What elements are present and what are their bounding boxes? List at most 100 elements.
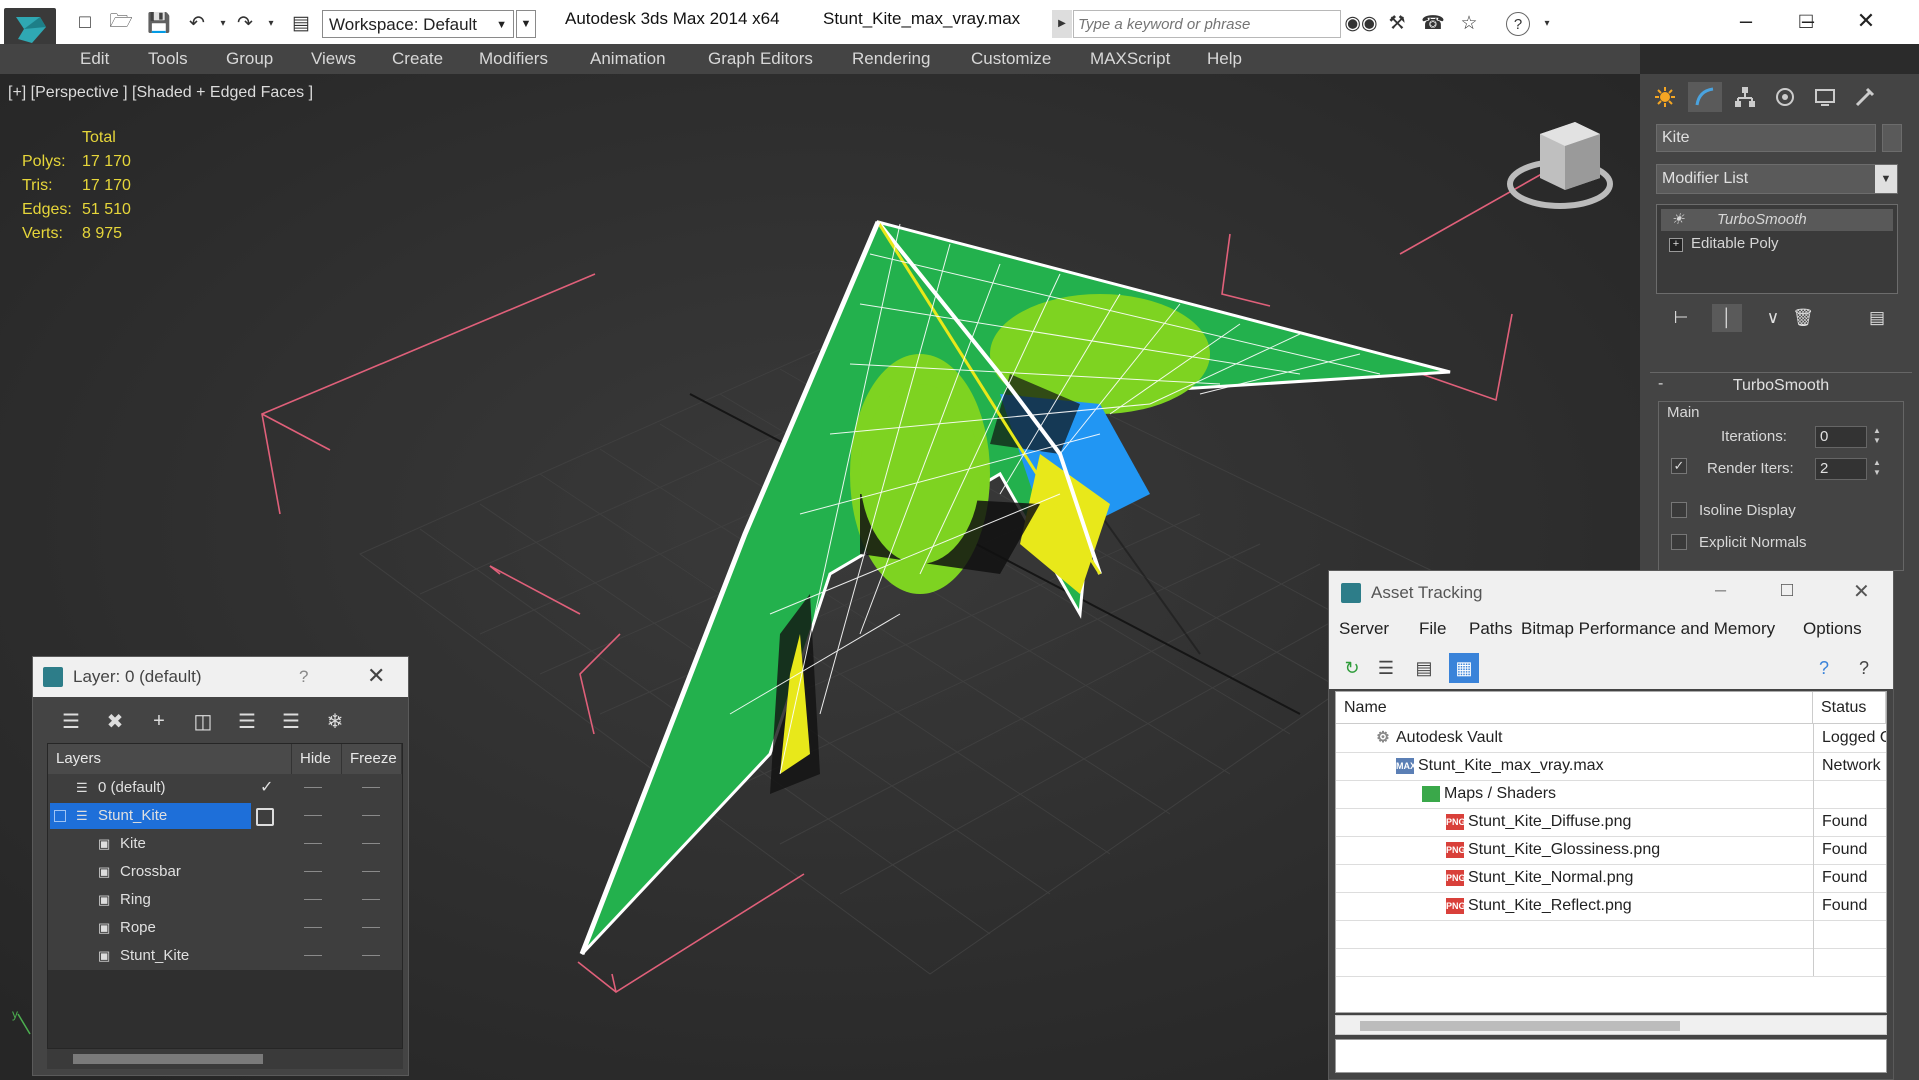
iterations-spinner[interactable]: 0 [1815, 426, 1867, 448]
column-header-freeze[interactable]: Freeze [342, 744, 402, 774]
display-tab-icon[interactable] [1808, 82, 1842, 112]
menu-tools[interactable]: Tools [148, 49, 188, 69]
layer-row-selected[interactable]: ☰ Stunt_Kite [48, 802, 402, 830]
remove-modifier-icon[interactable]: 🗑 [1788, 304, 1818, 332]
save-icon[interactable]: 💾 [146, 10, 172, 36]
viewport-label[interactable]: [+] [Perspective ] [Shaded + Edged Faces… [8, 84, 313, 102]
hide-toggle[interactable] [304, 899, 322, 900]
close-window-icon[interactable]: ✕ [1836, 6, 1896, 36]
menu-rendering[interactable]: Rendering [852, 49, 930, 69]
asset-row-png[interactable]: PNG Stunt_Kite_Normal.png Found [1336, 864, 1886, 893]
open-folder-icon[interactable]: 🗁 [108, 10, 134, 36]
asset-window-titlebar[interactable]: Asset Tracking – □ ✕ [1329, 571, 1893, 615]
make-unique-icon[interactable]: ∨ [1758, 304, 1788, 332]
table-view-icon[interactable]: ▦ [1449, 653, 1479, 683]
freeze-toggle[interactable] [362, 899, 380, 900]
lightbulb-icon[interactable]: ☀ [1671, 209, 1684, 231]
rollout-title[interactable]: TurboSmooth [1650, 377, 1912, 395]
close-icon[interactable]: ✕ [367, 663, 385, 689]
select-objects-icon[interactable]: ◫ [189, 707, 217, 735]
isoline-display-checkbox[interactable] [1671, 502, 1687, 518]
menu-edit[interactable]: Edit [80, 49, 109, 69]
menu-maxscript[interactable]: MAXScript [1090, 49, 1170, 69]
new-file-icon[interactable]: □ [72, 10, 98, 36]
menu-animation[interactable]: Animation [590, 49, 666, 69]
scrollbar-thumb[interactable] [1360, 1021, 1680, 1031]
delete-layer-icon[interactable]: ✖ [101, 707, 129, 735]
help-icon[interactable]: ? [299, 667, 308, 687]
column-header-hide[interactable]: Hide [292, 744, 342, 774]
asset-row-png[interactable]: PNG Stunt_Kite_Reflect.png Found [1336, 892, 1886, 921]
menu-file[interactable]: File [1419, 619, 1446, 639]
object-row[interactable]: ▣ Stunt_Kite [48, 942, 402, 970]
asset-row-png[interactable]: PNG Stunt_Kite_Glossiness.png Found [1336, 836, 1886, 865]
asset-horizontal-scrollbar[interactable] [1335, 1015, 1887, 1035]
utilities-tab-icon[interactable] [1848, 82, 1882, 112]
explicit-normals-checkbox[interactable] [1671, 534, 1687, 550]
object-name-field[interactable]: Kite [1656, 124, 1876, 152]
help-dropdown-icon[interactable]: ▾ [1534, 10, 1560, 36]
asset-row-max-file[interactable]: MAX Stunt_Kite_max_vray.max Network [1336, 752, 1886, 781]
hide-toggle[interactable] [304, 927, 322, 928]
search-input[interactable] [1073, 10, 1341, 38]
highlight-selected-icon[interactable]: ☰ [233, 707, 261, 735]
redo-dropdown-icon[interactable]: ▾ [258, 10, 284, 36]
hide-toggle[interactable] [304, 787, 322, 788]
configure-modifier-sets-icon[interactable]: ▤ [1862, 304, 1892, 332]
tools-icon[interactable]: ⚒ [1384, 10, 1410, 36]
motion-tab-icon[interactable] [1768, 82, 1802, 112]
freeze-toggle[interactable] [362, 815, 380, 816]
maximize-icon[interactable]: □ [1781, 579, 1793, 602]
hide-toggle[interactable] [304, 815, 322, 816]
add-to-layer-icon[interactable]: + [145, 707, 173, 735]
object-row[interactable]: ▣ Ring [48, 886, 402, 914]
communication-center-icon[interactable]: ☎ [1420, 10, 1446, 36]
hide-all-layers-icon[interactable]: ☰ [277, 707, 305, 735]
layer-window-titlebar[interactable]: Layer: 0 (default) ? ✕ [33, 657, 408, 697]
project-folder-icon[interactable]: ▤ [288, 10, 314, 36]
minimize-icon[interactable]: – [1715, 579, 1726, 602]
current-layer-check-icon[interactable]: ✓ [260, 774, 273, 802]
object-row[interactable]: ▣ Kite [48, 830, 402, 858]
binoculars-icon[interactable]: ◉◉ [1344, 10, 1377, 36]
tree-view-icon[interactable]: ▤ [1409, 653, 1439, 683]
column-header-status[interactable]: Status [1813, 692, 1886, 724]
stack-item-editable-poly[interactable]: + Editable Poly [1661, 233, 1893, 255]
menu-modifiers[interactable]: Modifiers [479, 49, 548, 69]
menu-server[interactable]: Server [1339, 619, 1389, 639]
menu-group[interactable]: Group [226, 49, 273, 69]
hide-toggle[interactable] [304, 955, 322, 956]
refresh-icon[interactable]: ↻ [1337, 653, 1367, 683]
menu-help[interactable]: Help [1207, 49, 1242, 69]
close-icon[interactable]: ✕ [1853, 579, 1870, 604]
help-query-icon[interactable]: ? [1809, 653, 1839, 683]
layer-horizontal-scrollbar[interactable] [47, 1049, 403, 1069]
render-iters-spinner[interactable]: 2 [1815, 458, 1867, 480]
spinner-arrows-icon[interactable]: ▲ ▼ [1871, 426, 1883, 448]
whats-this-icon[interactable]: ? [1849, 653, 1879, 683]
scrollbar-thumb[interactable] [73, 1054, 263, 1064]
expand-plus-icon[interactable]: + [1669, 238, 1683, 252]
freeze-toggle[interactable] [362, 955, 380, 956]
create-tab-sun-icon[interactable] [1648, 82, 1682, 112]
menu-bitmap-performance[interactable]: Bitmap Performance and Memory [1521, 619, 1775, 639]
asset-row-vault[interactable]: ⚙ Autodesk Vault Logged O [1336, 724, 1886, 753]
menu-customize[interactable]: Customize [971, 49, 1051, 69]
search-expand-icon[interactable]: ▶ [1052, 10, 1072, 38]
help-icon[interactable]: ? [1506, 12, 1530, 36]
undo-icon[interactable]: ↶ [184, 10, 210, 36]
object-row[interactable]: ▣ Crossbar [48, 858, 402, 886]
menu-options[interactable]: Options [1803, 619, 1862, 639]
column-header-layers[interactable]: Layers [48, 744, 292, 774]
hide-toggle[interactable] [304, 871, 322, 872]
stack-item-turbosmooth[interactable]: ☀ TurboSmooth [1661, 209, 1893, 231]
hide-toggle[interactable] [304, 843, 322, 844]
favorites-star-icon[interactable]: ☆ [1456, 10, 1482, 36]
maximize-window-icon[interactable]: □ [1776, 6, 1836, 36]
asset-row-maps[interactable]: Maps / Shaders [1336, 780, 1886, 809]
workspace-selector[interactable]: Workspace: Default ▼ [322, 10, 514, 38]
pin-stack-icon[interactable]: ⊢ [1666, 304, 1696, 332]
redo-icon[interactable]: ↷ [232, 10, 258, 36]
list-view-icon[interactable]: ☰ [1371, 653, 1401, 683]
freeze-toggle[interactable] [362, 787, 380, 788]
